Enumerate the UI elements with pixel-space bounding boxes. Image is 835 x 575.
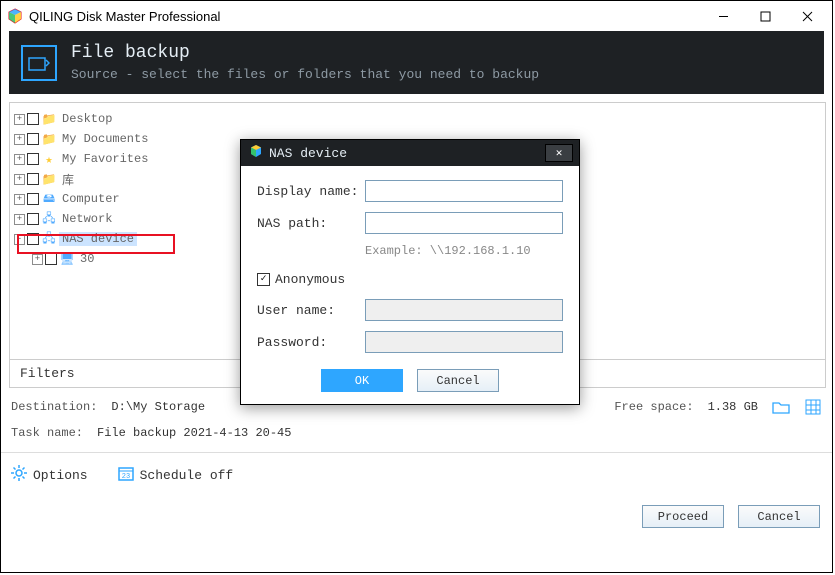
page-subtitle: Source - select the files or folders tha… <box>71 67 539 82</box>
options-label: Options <box>33 468 88 483</box>
grid-icon[interactable] <box>804 398 822 416</box>
schedule-button[interactable]: 23 Schedule off <box>118 465 234 485</box>
freespace-label: Free space: <box>614 400 693 414</box>
checkbox[interactable] <box>45 253 57 265</box>
checkbox[interactable] <box>27 213 39 225</box>
destination-value: D:\My Storage <box>111 400 205 414</box>
password-input <box>365 331 563 353</box>
browse-icon[interactable] <box>772 398 790 416</box>
schedule-label: Schedule off <box>140 468 234 483</box>
taskname-label: Task name: <box>11 426 83 440</box>
backup-header-icon <box>21 45 57 81</box>
checkbox-icon: ✓ <box>257 273 270 286</box>
titlebar: QILING Disk Master Professional <box>1 1 832 31</box>
calendar-icon: 23 <box>118 465 134 485</box>
checkbox[interactable] <box>27 173 39 185</box>
destination-label: Destination: <box>11 400 97 414</box>
dialog-close-button[interactable]: ✕ <box>545 144 573 162</box>
nas-path-example: Example: \\192.168.1.10 <box>365 244 563 258</box>
checkbox[interactable] <box>27 233 39 245</box>
anonymous-checkbox[interactable]: ✓ Anonymous <box>257 272 563 287</box>
gear-icon <box>11 465 27 485</box>
tree-label: Desktop <box>59 112 115 126</box>
tree-label: Network <box>59 212 115 226</box>
tree-label: My Favorites <box>59 152 151 166</box>
tree-label: My Documents <box>59 132 151 146</box>
app-icon <box>7 8 23 24</box>
star-icon: ★ <box>41 151 57 167</box>
tree-item-desktop[interactable]: + 📁 Desktop <box>14 109 821 129</box>
tree-label: 库 <box>59 171 77 188</box>
main-cancel-button[interactable]: Cancel <box>738 505 820 528</box>
folder-icon: 📁 <box>41 171 57 187</box>
window-title: QILING Disk Master Professional <box>29 9 702 24</box>
folder-icon: 📁 <box>41 111 57 127</box>
expand-icon[interactable]: + <box>14 134 25 145</box>
display-name-input[interactable] <box>365 180 563 202</box>
dialog-title: NAS device <box>269 146 347 161</box>
username-label: User name: <box>257 303 365 318</box>
filters-label: Filters <box>20 366 75 381</box>
options-button[interactable]: Options <box>11 465 88 485</box>
dialog-ok-button[interactable]: OK <box>321 369 403 392</box>
page-header: File backup Source - select the files or… <box>9 31 824 94</box>
expand-icon[interactable]: + <box>32 254 43 265</box>
nas-device-dialog: NAS device ✕ Display name: NAS path: Exa… <box>240 139 580 405</box>
svg-text:23: 23 <box>121 473 129 481</box>
page-title: File backup <box>71 43 539 63</box>
checkbox[interactable] <box>27 133 39 145</box>
display-name-label: Display name: <box>257 184 365 199</box>
nas-path-input[interactable] <box>365 212 563 234</box>
expand-icon[interactable]: + <box>14 174 25 185</box>
checkbox[interactable] <box>27 193 39 205</box>
anonymous-label: Anonymous <box>275 272 345 287</box>
collapse-icon[interactable]: - <box>14 234 25 245</box>
expand-icon[interactable]: + <box>14 114 25 125</box>
tree-label: NAS device <box>59 232 137 246</box>
checkbox[interactable] <box>27 113 39 125</box>
network-icon: 🖧 <box>41 231 57 247</box>
freespace-value: 1.38 GB <box>708 400 758 414</box>
network-icon: 🖧 <box>41 211 57 227</box>
dialog-cancel-button[interactable]: Cancel <box>417 369 499 392</box>
minimize-button[interactable] <box>702 2 744 30</box>
folder-icon: 📁 <box>41 131 57 147</box>
username-input <box>365 299 563 321</box>
password-label: Password: <box>257 335 365 350</box>
checkbox[interactable] <box>27 153 39 165</box>
proceed-button[interactable]: Proceed <box>642 505 724 528</box>
expand-icon[interactable]: + <box>14 214 25 225</box>
drive-icon: 🖴 <box>41 191 57 207</box>
nas-path-label: NAS path: <box>257 216 365 231</box>
tree-label: Computer <box>59 192 123 206</box>
cube-icon <box>249 144 263 162</box>
expand-icon[interactable]: + <box>14 194 25 205</box>
tree-label: 30 <box>77 252 97 266</box>
taskname-value: File backup 2021-4-13 20-45 <box>97 426 291 440</box>
close-button[interactable] <box>786 2 828 30</box>
monitor-icon: 🖥 <box>59 251 75 267</box>
expand-icon[interactable]: + <box>14 154 25 165</box>
maximize-button[interactable] <box>744 2 786 30</box>
